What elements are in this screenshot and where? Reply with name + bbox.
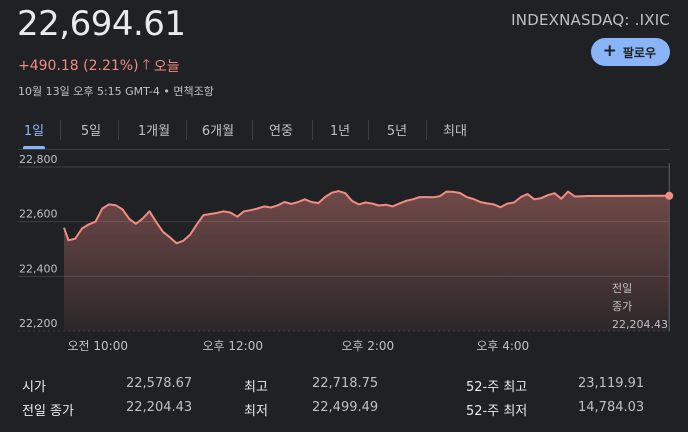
stat-52w-low-label: 52-주 최저 <box>466 404 528 419</box>
key-stats: 시가 22,578.67 전일 종가 22,204.43 최고 22,718.7… <box>0 370 688 420</box>
stat-high-label: 최고 <box>244 380 268 395</box>
x-tick-label: 오후 2:00 <box>341 339 394 353</box>
stat-high-value: 22,718.75 <box>312 376 379 391</box>
stat-open-label: 시가 <box>22 380 46 395</box>
x-tick-label: 오전 10:00 <box>68 339 128 353</box>
previous-close-text: 종가 <box>612 300 632 313</box>
y-tick-label: 22,200 <box>19 317 58 330</box>
stat-prev-close-label: 전일 종가 <box>22 404 74 419</box>
y-tick-label: 22,400 <box>19 262 58 275</box>
stat-low-label: 최저 <box>244 404 268 419</box>
stat-low-value: 22,499.49 <box>312 400 379 415</box>
y-tick-label: 22,600 <box>19 208 58 221</box>
price-area-fill <box>64 191 670 331</box>
stat-52w-low-value: 14,784.03 <box>578 400 645 415</box>
y-axis-labels: 22,800 22,600 22,400 22,200 <box>19 153 58 330</box>
x-tick-label: 오후 12:00 <box>203 339 263 353</box>
last-price-dot <box>665 191 674 200</box>
stat-open-value: 22,578.67 <box>126 376 193 391</box>
stat-52w-high-label: 52-주 최고 <box>466 380 528 395</box>
price-chart[interactable]: 22,800 22,600 22,400 22,200 오전 10:00 오후 12:0… <box>0 0 688 370</box>
stat-52w-high-value: 23,119.91 <box>578 376 645 391</box>
stat-prev-close-value: 22,204.43 <box>126 400 193 415</box>
x-axis-labels: 오전 10:00 오후 12:00 오후 2:00 오후 4:00 <box>68 339 530 353</box>
previous-close-text: 22,204.43 <box>612 318 668 331</box>
previous-close-text: 전일 <box>612 281 632 295</box>
x-tick-label: 오후 4:00 <box>476 339 529 353</box>
y-tick-label: 22,800 <box>19 153 58 166</box>
